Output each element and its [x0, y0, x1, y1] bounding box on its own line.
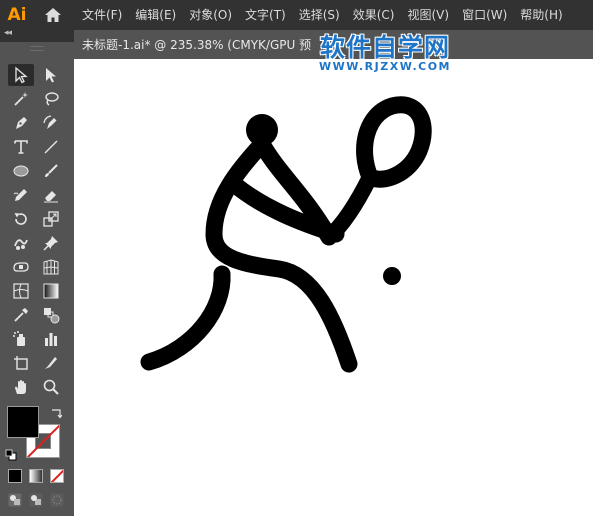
line-segment-icon — [44, 140, 58, 154]
scale-icon — [43, 211, 59, 227]
racket-handle — [321, 169, 378, 245]
column-graph-icon — [45, 333, 57, 346]
watermark-main: 软件自学网 — [319, 33, 450, 62]
menu-effect[interactable]: 效果(C) — [346, 0, 401, 30]
zoom-tool[interactable] — [38, 376, 64, 398]
menu-help[interactable]: 帮助(H) — [514, 0, 569, 30]
main-menu: 文件(F) 编辑(E) 对象(O) 文字(T) 选择(S) 效果(C) 视图(V… — [82, 0, 569, 30]
toolbar-header: ◂◂ — [0, 28, 74, 42]
slice-tool[interactable] — [38, 352, 64, 374]
paintbrush-tool[interactable] — [38, 160, 64, 182]
draw-behind-icon[interactable] — [29, 492, 43, 511]
puppet-warp-tool[interactable] — [8, 232, 34, 254]
hand-tool[interactable] — [8, 376, 34, 398]
pen-tool[interactable] — [8, 112, 34, 134]
pin-tool[interactable] — [38, 232, 64, 254]
type-tool[interactable] — [8, 136, 34, 158]
rotate-icon — [14, 213, 27, 225]
ellipse-icon — [13, 165, 29, 177]
selection-tool[interactable] — [8, 64, 34, 86]
eyedropper-tool[interactable] — [8, 304, 34, 326]
curvature-pen-icon — [43, 115, 57, 129]
hand-icon — [15, 380, 26, 394]
menu-bar: Ai 文件(F) 编辑(E) 对象(O) 文字(T) 选择(S) 效果(C) 视… — [0, 0, 593, 30]
direct-selection-arrow-icon — [46, 68, 56, 83]
ellipse-tool[interactable] — [8, 160, 34, 182]
collapse-panel-button[interactable]: ◂◂ — [4, 28, 12, 38]
eyedropper-icon — [14, 308, 28, 322]
fill-swatch[interactable] — [7, 406, 39, 438]
tennis-ball — [383, 267, 401, 285]
none-mode-button[interactable] — [50, 469, 64, 483]
pen-nib-icon — [16, 117, 27, 129]
figure-leg-front — [140, 265, 231, 371]
blend-tool[interactable] — [38, 304, 64, 326]
tennis-pictogram-artwork[interactable] — [74, 59, 593, 516]
draw-inside-icon[interactable] — [50, 492, 64, 511]
menu-edit[interactable]: 编辑(E) — [129, 0, 183, 30]
menu-view[interactable]: 视图(V) — [401, 0, 456, 30]
mesh-icon — [13, 283, 29, 299]
gradient-icon — [43, 283, 59, 299]
racket-head — [356, 96, 432, 188]
eraser-tool[interactable] — [38, 184, 64, 206]
perspective-grid-tool[interactable] — [38, 256, 64, 278]
perspective-grid-icon — [43, 259, 59, 275]
rotate-tool[interactable] — [8, 208, 34, 230]
free-transform-icon — [13, 262, 29, 272]
swap-fill-stroke-icon[interactable] — [50, 405, 63, 424]
line-segment-tool[interactable] — [38, 136, 64, 158]
menu-type[interactable]: 文字(T) — [239, 0, 293, 30]
none-slash-icon — [51, 470, 63, 482]
gradient-mode-button[interactable] — [29, 469, 43, 483]
menu-object[interactable]: 对象(O) — [183, 0, 239, 30]
default-fill-stroke-icon[interactable] — [5, 446, 17, 465]
artboard-canvas[interactable] — [74, 59, 593, 516]
lasso-icon — [45, 92, 59, 106]
gradient-tool[interactable] — [38, 280, 64, 302]
magnifier-icon — [43, 379, 59, 395]
column-graph-tool[interactable] — [38, 328, 64, 350]
magic-wand-icon — [14, 92, 28, 106]
shaper-pencil-icon — [13, 189, 27, 201]
symbol-sprayer-icon — [13, 331, 25, 346]
menu-window[interactable]: 窗口(W) — [456, 0, 514, 30]
selection-arrow-icon — [15, 66, 28, 84]
document-tab-title: 未标题-1.ai* @ 235.38% (CMYK/GPU 预 — [82, 38, 312, 52]
app-logo: Ai — [7, 5, 27, 25]
lasso-tool[interactable] — [38, 88, 64, 110]
draw-normal-icon[interactable] — [8, 492, 22, 511]
free-transform-tool[interactable] — [8, 256, 34, 278]
toolbar-grip[interactable] — [30, 46, 44, 51]
menu-select[interactable]: 选择(S) — [292, 0, 346, 30]
direct-selection-tool[interactable] — [38, 64, 64, 86]
home-icon[interactable] — [38, 0, 68, 30]
pushpin-icon — [43, 236, 58, 251]
paintbrush-icon — [45, 164, 58, 177]
symbol-sprayer-tool[interactable] — [8, 328, 34, 350]
blend-icon — [44, 308, 60, 324]
pencil-tool[interactable] — [8, 184, 34, 206]
menu-file[interactable]: 文件(F) — [82, 0, 129, 30]
tools-panel — [0, 42, 74, 516]
artboard-icon — [14, 356, 28, 370]
slice-knife-icon — [45, 357, 57, 369]
curvature-tool[interactable] — [38, 112, 64, 134]
watermark-url: WWW.RJZXW.COM — [319, 60, 451, 73]
artboard-tool[interactable] — [8, 352, 34, 374]
type-t-icon — [14, 140, 28, 154]
watermark: 软件自学网 WWW.RJZXW.COM — [310, 34, 460, 73]
magic-wand-tool[interactable] — [8, 88, 34, 110]
scale-tool[interactable] — [38, 208, 64, 230]
mesh-tool[interactable] — [8, 280, 34, 302]
color-mode-button[interactable] — [8, 469, 22, 483]
eraser-icon — [44, 191, 58, 203]
puppet-warp-icon — [14, 239, 28, 250]
